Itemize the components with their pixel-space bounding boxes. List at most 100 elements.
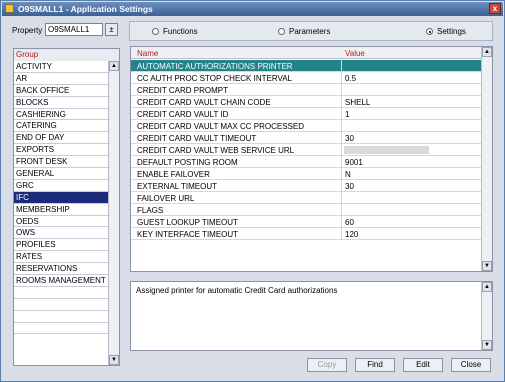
column-divider [341, 156, 342, 168]
group-list-item[interactable]: FRONT DESK [14, 156, 108, 169]
table-row[interactable]: CREDIT CARD VAULT WEB SERVICE URL [131, 144, 481, 156]
group-list: ACTIVITY AR BACK OFFICE BLOCKS CASHIERING CAT… [14, 61, 108, 335]
parameters-radio[interactable]: Parameters [278, 27, 330, 36]
copy-button[interactable]: Copy [307, 358, 347, 372]
table-row[interactable]: ENABLE FAILOVER N [131, 168, 481, 180]
name-column-header[interactable]: Name [137, 49, 158, 58]
setting-value-cell[interactable]: 1 [345, 110, 475, 119]
table-scrollbar[interactable]: ▲ ▼ [481, 47, 492, 271]
description-scrollbar[interactable]: ▲ ▼ [481, 282, 492, 350]
value-column-header[interactable]: Value [345, 49, 365, 58]
setting-value-cell[interactable]: 9001 [345, 158, 475, 167]
table-row[interactable]: CREDIT CARD PROMPT [131, 84, 481, 96]
parameters-radio-dot[interactable] [278, 28, 285, 35]
group-list-item[interactable]: OEDS [14, 216, 108, 228]
group-scrollbar[interactable]: ▲ ▼ [108, 61, 119, 365]
scroll-down-arrow-icon[interactable]: ▼ [109, 355, 119, 365]
setting-value-cell[interactable]: SHELL [345, 98, 475, 107]
close-window-button[interactable]: x [489, 3, 501, 14]
setting-value-cell[interactable]: 60 [345, 218, 475, 227]
settings-radio-dot[interactable] [426, 28, 433, 35]
table-row[interactable]: CC AUTH PROC STOP CHECK INTERVAL 0.5 [131, 72, 481, 84]
setting-name-cell: CREDIT CARD VAULT ID [137, 110, 229, 119]
scroll-down-arrow-icon[interactable]: ▼ [482, 340, 492, 350]
setting-value-cell[interactable]: 30 [345, 134, 475, 143]
close-button[interactable]: Close [451, 358, 491, 372]
table-row[interactable]: FLAGS [131, 204, 481, 216]
setting-name-cell: FAILOVER URL [137, 194, 195, 203]
table-row[interactable]: CREDIT CARD VAULT MAX CC PROCESSED [131, 120, 481, 132]
group-list-item[interactable]: EXPORTS [14, 144, 108, 157]
find-button[interactable]: Find [355, 358, 395, 372]
app-icon [5, 4, 14, 13]
table-row[interactable]: AUTOMATIC AUTHORIZATIONS PRINTER [131, 60, 481, 72]
table-row[interactable]: DEFAULT POSTING ROOM 9001 [131, 156, 481, 168]
settings-radio[interactable]: Settings [426, 27, 466, 36]
functions-radio-dot[interactable] [152, 28, 159, 35]
functions-radio-label: Functions [163, 27, 198, 36]
group-list-item[interactable] [14, 299, 108, 311]
column-divider [341, 60, 342, 72]
group-list-item[interactable]: MEMBERSHIP [14, 204, 108, 216]
scroll-up-arrow-icon[interactable]: ▲ [109, 61, 119, 71]
column-divider [341, 96, 342, 108]
group-list-item[interactable]: BACK OFFICE [14, 85, 108, 97]
group-list-item[interactable]: CATERING [14, 120, 108, 133]
group-list-item[interactable]: PROFILES [14, 239, 108, 252]
group-list-item[interactable] [14, 311, 108, 323]
setting-value-cell[interactable]: 120 [345, 230, 475, 239]
edit-button[interactable]: Edit [403, 358, 443, 372]
setting-value-cell[interactable]: 30 [345, 182, 475, 191]
setting-value-cell[interactable]: 0.5 [345, 74, 475, 83]
column-divider [341, 168, 342, 180]
table-row[interactable]: EXTERNAL TIMEOUT 30 [131, 180, 481, 192]
group-list-item[interactable]: BLOCKS [14, 97, 108, 109]
settings-table: Name Value AUTOMATIC AUTHORIZATIONS PRIN… [130, 46, 493, 272]
column-divider [341, 180, 342, 192]
table-row[interactable]: CREDIT CARD VAULT CHAIN CODE SHELL [131, 96, 481, 108]
scroll-up-arrow-icon[interactable]: ▲ [482, 47, 492, 57]
parameters-radio-label: Parameters [289, 27, 331, 36]
column-divider [341, 72, 342, 84]
group-list-item[interactable]: AR [14, 73, 108, 85]
column-divider [341, 144, 342, 156]
group-list-item[interactable]: END OF DAY [14, 132, 108, 145]
setting-name-cell: ENABLE FAILOVER [137, 170, 210, 179]
functions-radio[interactable]: Functions [152, 27, 198, 36]
table-row[interactable]: CREDIT CARD VAULT TIMEOUT 30 [131, 132, 481, 144]
settings-radio-label: Settings [437, 27, 466, 36]
group-list-item[interactable]: ACTIVITY [14, 61, 108, 73]
scroll-down-arrow-icon[interactable]: ▼ [482, 261, 492, 271]
table-row[interactable]: KEY INTERFACE TIMEOUT 120 [131, 228, 481, 240]
scroll-up-arrow-icon[interactable]: ▲ [482, 282, 492, 292]
setting-value-cell[interactable]: N [345, 170, 475, 179]
table-rows: AUTOMATIC AUTHORIZATIONS PRINTER CC AUTH … [131, 60, 481, 240]
group-list-item[interactable]: OWS [14, 227, 108, 240]
group-list-item[interactable]: GENERAL [14, 168, 108, 180]
setting-name-cell: KEY INTERFACE TIMEOUT [137, 230, 239, 239]
column-divider [341, 216, 342, 228]
group-list-item[interactable] [14, 287, 108, 299]
column-divider [341, 108, 342, 120]
group-list-item[interactable]: RESERVATIONS [14, 263, 108, 276]
group-list-item[interactable]: IFC [14, 191, 108, 204]
group-list-item[interactable]: ROOMS MANAGEMENT [14, 275, 108, 287]
group-list-item[interactable] [14, 323, 108, 335]
column-divider [341, 228, 342, 240]
window-title: O9SMALL1 - Application Settings [18, 4, 153, 14]
setting-name-cell: CREDIT CARD PROMPT [137, 86, 228, 95]
masked-value-field[interactable] [344, 146, 429, 154]
column-divider [341, 204, 342, 216]
table-row[interactable]: FAILOVER URL [131, 192, 481, 204]
property-lookup-button[interactable]: ± [105, 23, 118, 36]
setting-name-cell: CREDIT CARD VAULT TIMEOUT [137, 134, 257, 143]
table-row[interactable]: GUEST LOOKUP TIMEOUT 60 [131, 216, 481, 228]
table-row[interactable]: CREDIT CARD VAULT ID 1 [131, 108, 481, 120]
setting-name-cell: EXTERNAL TIMEOUT [137, 182, 218, 191]
setting-name-cell: CC AUTH PROC STOP CHECK INTERVAL [137, 74, 292, 83]
group-list-item[interactable]: GRC [14, 180, 108, 192]
view-selector: Functions Parameters Settings [129, 21, 493, 41]
property-input[interactable]: O9SMALL1 [45, 23, 103, 36]
group-list-item[interactable]: RATES [14, 251, 108, 264]
group-list-item[interactable]: CASHIERING [14, 109, 108, 121]
